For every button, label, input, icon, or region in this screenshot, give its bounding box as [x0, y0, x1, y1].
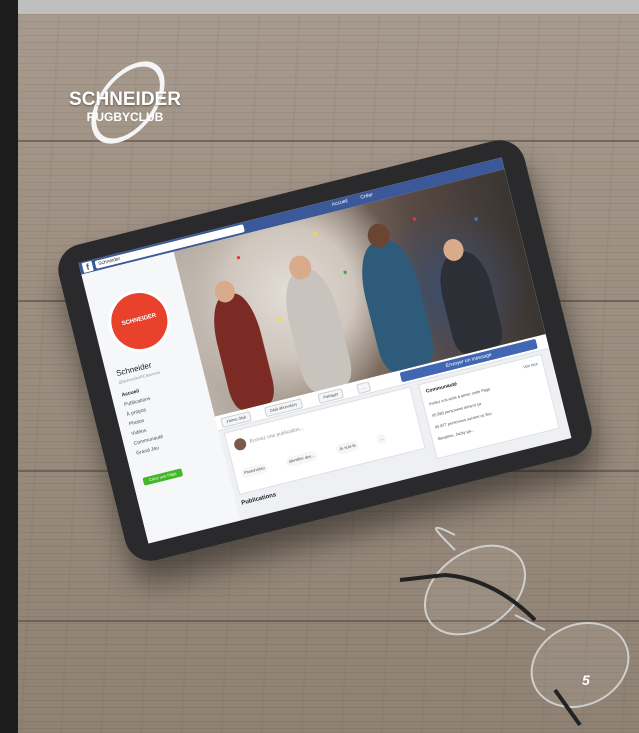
fan-figure — [206, 289, 278, 412]
see-all-link[interactable]: Voir tout — [523, 361, 538, 369]
top-border — [0, 0, 639, 14]
avatar-label: SCHNEIDER — [121, 312, 157, 328]
page-menu: Accueil Publications À propos Photos Vid… — [121, 383, 167, 458]
community-title: Communauté — [425, 381, 458, 395]
like-button[interactable]: J'aime déjà — [220, 411, 252, 429]
nav-home-link[interactable]: Accueil — [331, 198, 348, 208]
fan-figure — [277, 265, 356, 394]
logo-text-top: SCHNEIDER — [69, 89, 181, 110]
more-button[interactable]: ... — [356, 381, 372, 395]
confetti — [474, 217, 479, 221]
fan-figure — [433, 247, 506, 357]
club-logo: SCHNEIDER RUGBYCLUB — [45, 47, 205, 158]
composer-avatar — [232, 437, 248, 452]
composer-input[interactable]: Écrivez une publication... — [249, 426, 304, 445]
publications-heading: Publications — [240, 492, 277, 507]
left-border — [0, 0, 18, 733]
more-chip[interactable]: ... — [376, 432, 388, 445]
eyeglasses — [399, 526, 630, 727]
confetti — [277, 317, 282, 322]
create-page-button[interactable]: Créer une Page — [142, 468, 184, 486]
community-row: Sandrine, Jacky ga... — [437, 427, 475, 442]
tag-chip[interactable]: Identifier des... — [284, 450, 319, 468]
fan-figure — [353, 234, 438, 375]
share-button[interactable]: Partager — [317, 388, 345, 404]
confetti — [412, 217, 417, 221]
nav-create-link[interactable]: Créer — [360, 192, 374, 201]
photo-video-chip[interactable]: Photo/vidéo — [240, 462, 269, 479]
confetti — [313, 231, 317, 236]
checkin-chip[interactable]: Je suis là — [335, 439, 360, 456]
glasses-temple — [435, 526, 456, 551]
glasses-lens-left — [423, 544, 527, 636]
page-number: 5 — [582, 672, 590, 688]
confetti — [236, 255, 241, 260]
logo-text-bottom: RUGBYCLUB — [86, 110, 164, 124]
page-avatar[interactable]: SCHNEIDER — [101, 283, 177, 359]
confetti — [343, 270, 347, 275]
